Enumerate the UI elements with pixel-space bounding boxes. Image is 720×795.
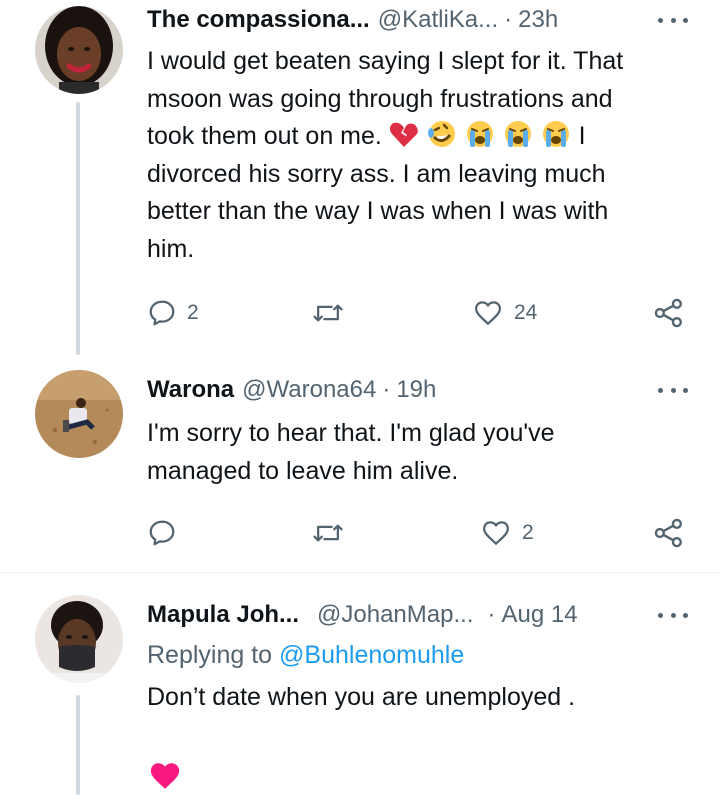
separator-dot: · <box>382 376 391 403</box>
reply-button[interactable]: 2 <box>147 295 199 331</box>
tweet-line: divorced his sorry ass. I am leaving muc… <box>147 159 606 188</box>
heart-icon <box>482 521 510 546</box>
like-button[interactable] <box>147 758 183 794</box>
tweet-line-text: I <box>578 122 586 150</box>
mention-link[interactable]: @Buhlenomuhle <box>279 641 464 669</box>
share-button[interactable] <box>652 515 686 551</box>
action-bar <box>147 758 692 794</box>
retweet-icon <box>313 304 343 322</box>
timestamp[interactable]: 23h <box>518 6 558 34</box>
thread-line <box>76 695 80 795</box>
tweet-line: him. <box>147 234 195 263</box>
timestamp[interactable]: Aug 14 <box>501 601 577 629</box>
user-handle[interactable]: @Warona64 <box>242 376 376 404</box>
retweet-button[interactable] <box>312 515 354 551</box>
liked-heart-icon <box>150 763 180 789</box>
tweet-3[interactable]: Mapula Joh... @JohanMap... · Aug 14 Repl… <box>0 573 720 795</box>
separator-dot: · <box>504 6 513 33</box>
avatar[interactable] <box>35 595 123 683</box>
tweet-line: I would get beaten saying I slept for it… <box>147 47 624 75</box>
more-options-icon[interactable] <box>656 597 690 633</box>
rofl-emoji <box>427 121 455 147</box>
reply-icon <box>149 300 175 326</box>
share-icon <box>654 298 682 328</box>
crying-face-emoji <box>466 121 493 147</box>
separator-dot: · <box>487 601 496 628</box>
tweet-line-text: took them out on me. <box>147 122 382 150</box>
display-name[interactable]: The compassiona... <box>147 6 370 34</box>
heart-icon <box>474 301 502 326</box>
tweet-text: I would get beaten saying I slept for it… <box>147 43 697 268</box>
reply-count: 2 <box>187 301 199 324</box>
tweet-header: Mapula Joh... @JohanMap... · Aug 14 <box>147 597 690 633</box>
tweet-line: better than the way I was when I was wit… <box>147 197 609 225</box>
like-button[interactable]: 24 <box>472 295 537 331</box>
action-bar: 2 <box>147 515 692 551</box>
display-name[interactable]: Mapula Joh... <box>147 601 299 629</box>
action-bar: 2 24 <box>147 295 692 331</box>
avatar[interactable] <box>35 6 123 94</box>
share-icon <box>654 518 682 548</box>
tweet-header: The compassiona... @KatliKa... · 23h <box>147 2 690 38</box>
like-count: 2 <box>522 521 534 544</box>
reply-icon <box>149 520 175 546</box>
tweet-line: managed to leave him alive. <box>147 456 459 485</box>
replying-to-label: Replying to <box>147 641 273 669</box>
user-handle[interactable]: @JohanMap... <box>317 601 473 629</box>
replying-to: Replying to @Buhlenomuhle <box>147 641 464 670</box>
display-name[interactable]: Warona <box>147 376 234 404</box>
more-options-icon[interactable] <box>656 2 690 38</box>
tweet-line: Don’t date when you are unemployed . <box>147 683 576 711</box>
retweet-button[interactable] <box>312 295 354 331</box>
user-handle[interactable]: @KatliKa... <box>378 6 498 34</box>
tweet-line: msoon was going through frustrations and <box>147 84 613 113</box>
tweet-line: I'm sorry to hear that. I'm glad you've <box>147 419 555 447</box>
like-count: 24 <box>514 301 538 324</box>
avatar[interactable] <box>35 370 123 458</box>
retweet-icon <box>313 524 343 542</box>
share-button[interactable] <box>652 295 686 331</box>
tweet-1[interactable]: The compassiona... @KatliKa... · 23h I w… <box>0 0 720 355</box>
tweet-text: Don’t date when you are unemployed . <box>147 679 697 717</box>
tweet-header: Warona @Warona64 · 19h <box>147 372 690 408</box>
tweet-2[interactable]: Warona @Warona64 · 19h I'm sorry to hear… <box>0 355 720 570</box>
broken-heart-emoji <box>389 122 418 147</box>
tweet-text: I'm sorry to hear that. I'm glad you've … <box>147 415 697 490</box>
timestamp[interactable]: 19h <box>396 376 436 404</box>
like-button[interactable]: 2 <box>480 515 534 551</box>
crying-face-emoji <box>504 121 531 147</box>
reply-button[interactable] <box>147 515 187 551</box>
tweet-line: took them out on me. I <box>147 118 697 156</box>
crying-face-emoji <box>542 121 569 147</box>
more-options-icon[interactable] <box>656 372 690 408</box>
thread-line <box>76 102 80 355</box>
